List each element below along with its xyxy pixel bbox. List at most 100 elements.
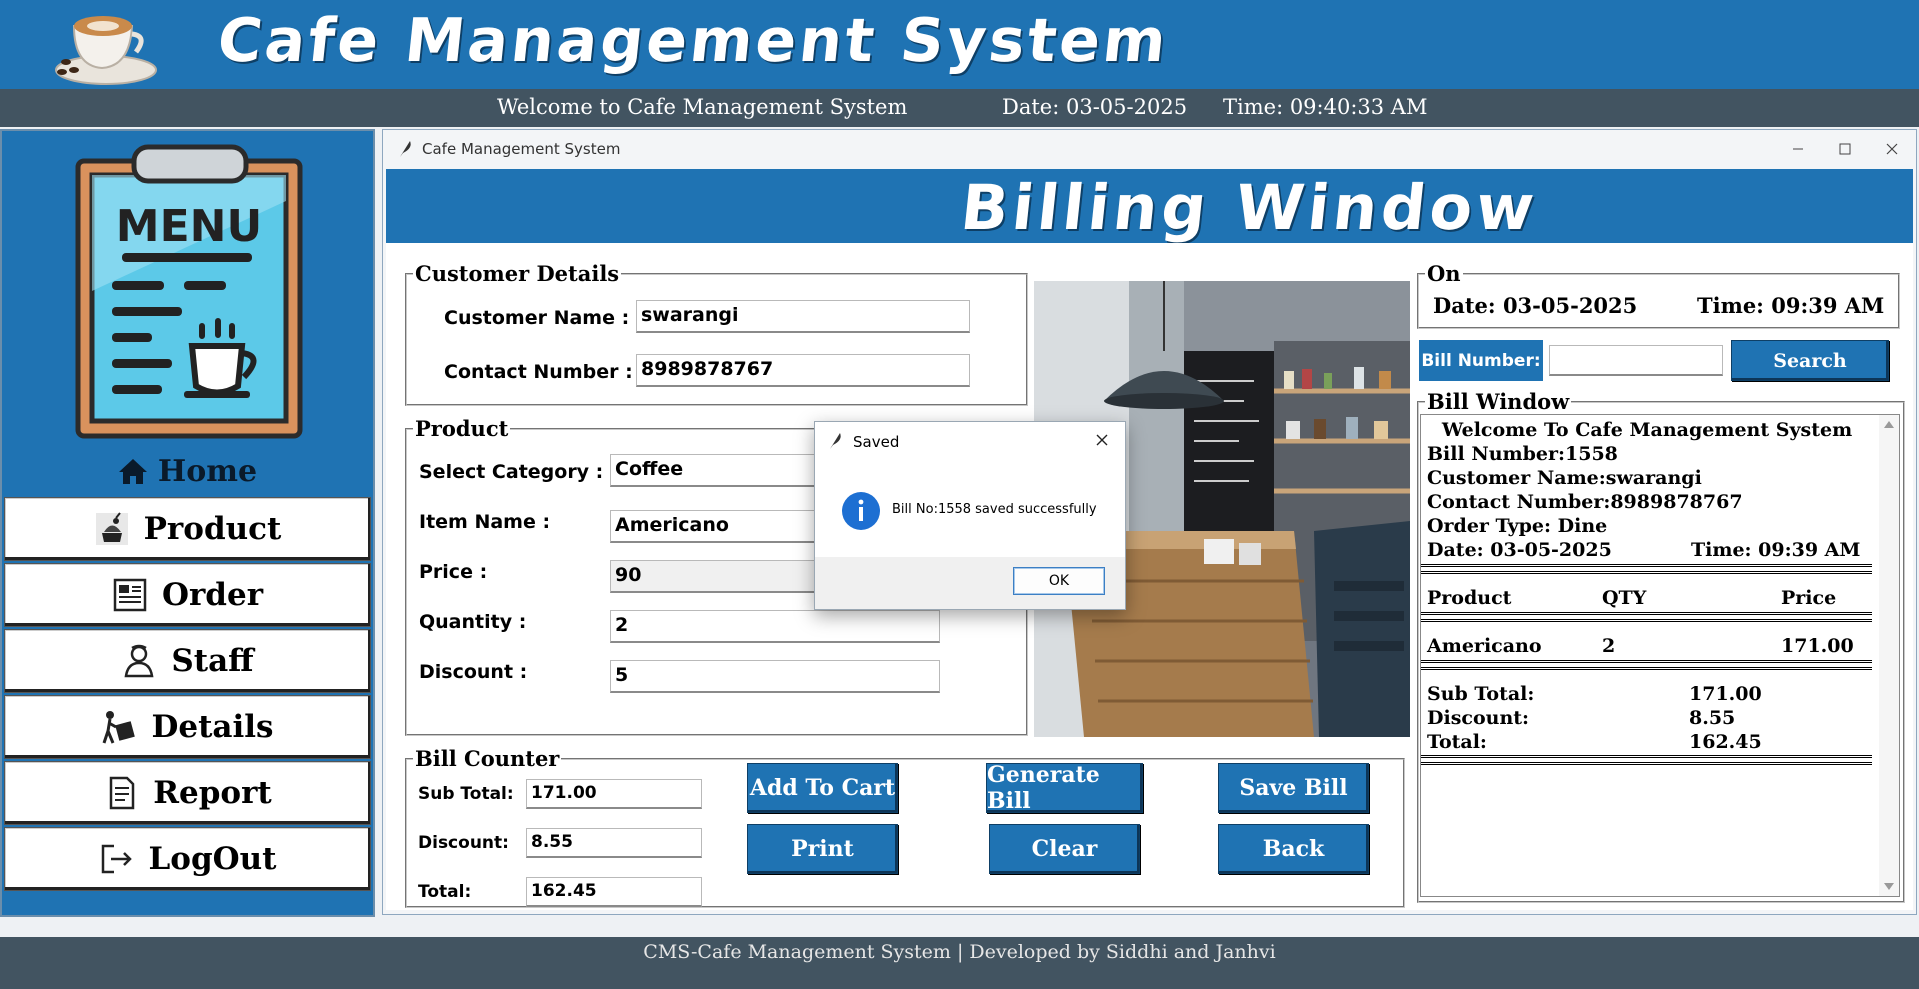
app-header: Cafe Management System bbox=[0, 0, 1919, 89]
menu-board-icon: MENU bbox=[75, 144, 303, 439]
sidebar-item-logout[interactable]: LogOut bbox=[4, 827, 371, 891]
receipt-time: Time: 09:39 AM bbox=[1691, 539, 1861, 561]
scroll-down-icon[interactable] bbox=[1883, 882, 1895, 892]
close-icon[interactable] bbox=[1087, 428, 1117, 452]
item-name-label: Item Name : bbox=[419, 511, 551, 533]
price-label: Price : bbox=[419, 561, 488, 583]
receipt-order-type: Order Type: Dine bbox=[1427, 515, 1608, 537]
report-icon bbox=[110, 776, 135, 810]
receipt-total-label: Total: bbox=[1427, 731, 1487, 753]
on-date: Date: 03-05-2025 bbox=[1433, 293, 1638, 318]
staff-icon bbox=[124, 644, 154, 678]
welcome-bar: Welcome to Cafe Management System Date: … bbox=[0, 89, 1919, 127]
customer-details-legend: Customer Details bbox=[415, 261, 620, 286]
add-to-cart-button[interactable]: Add To Cart bbox=[747, 763, 898, 813]
subtotal-label: Sub Total: bbox=[418, 784, 514, 804]
close-icon[interactable] bbox=[1870, 134, 1914, 164]
home-label-text: Home bbox=[157, 454, 258, 489]
billing-content: Customer Details Customer Name : swarang… bbox=[386, 243, 1913, 910]
logout-icon bbox=[102, 844, 133, 874]
bill-number-label: Bill Number: bbox=[1419, 340, 1543, 381]
customer-name-label: Customer Name : bbox=[444, 307, 630, 329]
contact-number-label: Contact Number : bbox=[444, 361, 633, 383]
order-icon bbox=[113, 578, 147, 612]
bill-discount-label: Discount: bbox=[418, 833, 509, 853]
search-button[interactable]: Search bbox=[1731, 340, 1889, 381]
home-icon bbox=[118, 459, 147, 484]
discount-input[interactable]: 5 bbox=[610, 660, 940, 693]
receipt-discount-value: 8.55 bbox=[1689, 707, 1736, 729]
receipt-col-price: Price bbox=[1781, 587, 1837, 609]
receipt-discount-label: Discount: bbox=[1427, 707, 1530, 729]
welcome-text: Welcome to Cafe Management System bbox=[497, 95, 908, 119]
feather-icon bbox=[830, 433, 841, 449]
details-icon bbox=[103, 711, 136, 744]
sidebar-item-label: Details bbox=[151, 709, 274, 745]
quantity-input[interactable]: 2 bbox=[610, 610, 940, 643]
clear-button[interactable]: Clear bbox=[989, 824, 1140, 874]
on-time: Time: 09:39 AM bbox=[1697, 293, 1885, 318]
bill-number-input[interactable] bbox=[1549, 345, 1723, 376]
generate-bill-button[interactable]: Generate Bill bbox=[986, 762, 1143, 814]
maximize-icon[interactable] bbox=[1823, 134, 1867, 164]
receipt-item-qty: 2 bbox=[1602, 635, 1616, 657]
footer: CMS-Cafe Management System | Developed b… bbox=[0, 937, 1919, 989]
receipt-item-price: 171.00 bbox=[1781, 635, 1854, 657]
cake-icon bbox=[95, 512, 128, 545]
menu-board-text: MENU bbox=[116, 201, 262, 252]
sidebar-item-staff[interactable]: Staff bbox=[4, 629, 371, 693]
customer-name-input[interactable]: swarangi bbox=[636, 300, 970, 333]
header-time: Time: 09:40:33 AM bbox=[1223, 95, 1428, 119]
feather-icon bbox=[400, 141, 411, 157]
receipt-customer-name: Customer Name:swarangi bbox=[1427, 467, 1702, 489]
total-label: Total: bbox=[418, 882, 472, 902]
contact-number-input[interactable]: 8989878767 bbox=[636, 354, 970, 387]
product-legend: Product bbox=[415, 416, 509, 441]
bill-discount-input[interactable]: 8.55 bbox=[526, 828, 702, 858]
sidebar-item-product[interactable]: Product bbox=[4, 497, 371, 561]
sidebar-item-report[interactable]: Report bbox=[4, 761, 371, 825]
dialog-title: Saved bbox=[853, 433, 900, 451]
header-date: Date: 03-05-2025 bbox=[1002, 95, 1188, 119]
back-button[interactable]: Back bbox=[1218, 824, 1369, 874]
billing-title: Billing Window bbox=[957, 171, 1542, 244]
bill-receipt-text[interactable]: Welcome To Cafe Management System Bill N… bbox=[1420, 414, 1900, 897]
bill-window-legend: Bill Window bbox=[1427, 389, 1570, 414]
sidebar-item-order[interactable]: Order bbox=[4, 563, 371, 627]
minimize-icon[interactable] bbox=[1776, 134, 1820, 164]
discount-label: Discount : bbox=[419, 661, 528, 683]
coffee-cup-icon bbox=[55, 16, 157, 85]
billing-window: Cafe Management System Billing Window Cu… bbox=[382, 129, 1917, 915]
quantity-label: Quantity : bbox=[419, 611, 527, 633]
receipt-heading: Welcome To Cafe Management System bbox=[1441, 419, 1853, 441]
receipt-date: Date: 03-05-2025 bbox=[1427, 539, 1612, 561]
dialog-message: Bill No:1558 saved successfully bbox=[892, 502, 1097, 517]
footer-text: CMS-Cafe Management System | Developed b… bbox=[643, 941, 1276, 963]
receipt-item-name: Americano bbox=[1427, 635, 1542, 657]
on-legend: On bbox=[1427, 261, 1461, 286]
receipt-divider bbox=[1421, 660, 1872, 670]
sidebar-item-label: LogOut bbox=[148, 841, 277, 877]
subtotal-input[interactable]: 171.00 bbox=[526, 779, 702, 809]
sidebar-item-label: Report bbox=[153, 775, 272, 811]
select-category-label: Select Category : bbox=[419, 461, 604, 483]
receipt-divider bbox=[1421, 612, 1872, 622]
receipt-divider bbox=[1421, 755, 1872, 765]
scroll-up-icon[interactable] bbox=[1883, 419, 1895, 429]
sidebar-item-details[interactable]: Details bbox=[4, 695, 371, 759]
receipt-scrollbar[interactable] bbox=[1879, 415, 1899, 896]
sidebar: MENU Home Product Order Staff Details Re… bbox=[0, 129, 375, 917]
dialog-footer: OK bbox=[815, 557, 1125, 609]
billing-banner: Billing Window bbox=[386, 169, 1913, 244]
total-input[interactable]: 162.45 bbox=[526, 877, 702, 907]
save-bill-button[interactable]: Save Bill bbox=[1218, 763, 1369, 813]
print-button[interactable]: Print bbox=[747, 824, 898, 874]
home-link[interactable]: Home bbox=[2, 454, 373, 489]
receipt-subtotal-value: 171.00 bbox=[1689, 683, 1762, 705]
window-titlebar[interactable]: Cafe Management System bbox=[383, 130, 1916, 168]
ok-button[interactable]: OK bbox=[1013, 567, 1105, 595]
receipt-subtotal-label: Sub Total: bbox=[1427, 683, 1535, 705]
receipt-total-value: 162.45 bbox=[1689, 731, 1762, 753]
receipt-col-product: Product bbox=[1427, 587, 1512, 609]
sidebar-item-label: Order bbox=[161, 577, 264, 613]
